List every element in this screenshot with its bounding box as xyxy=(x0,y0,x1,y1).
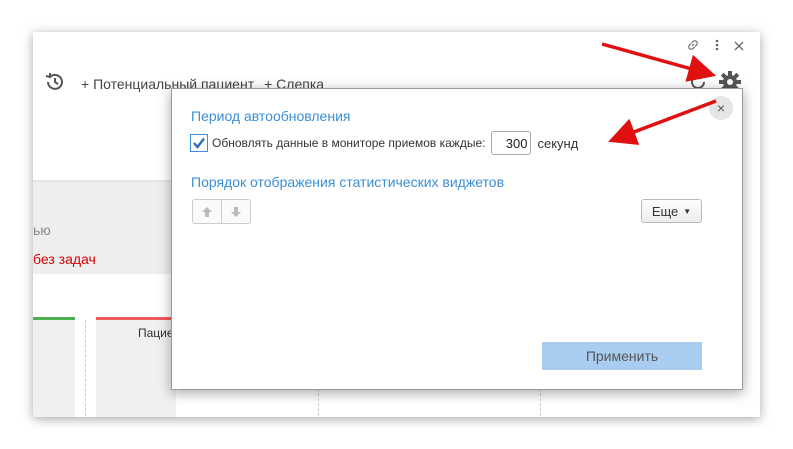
arrow-down-icon xyxy=(231,206,242,217)
apply-button[interactable]: Применить xyxy=(542,342,702,370)
caret-down-icon: ▼ xyxy=(683,206,692,216)
close-icon[interactable] xyxy=(734,39,744,54)
order-arrows xyxy=(192,199,251,224)
autorefresh-checkbox[interactable] xyxy=(190,134,208,152)
autorefresh-label: Обновлять данные в мониторе приемов кажд… xyxy=(212,136,486,150)
arrow-up-icon xyxy=(202,206,213,217)
widget-card xyxy=(33,317,75,417)
dialog-close-button[interactable]: × xyxy=(709,96,733,120)
more-button-label: Еще xyxy=(651,203,679,219)
window-controls xyxy=(686,38,744,55)
column-divider xyxy=(85,320,86,416)
history-icon[interactable] xyxy=(43,70,67,97)
interval-unit: секунд xyxy=(537,135,579,151)
widget-card-title: Пацие xyxy=(138,326,174,340)
more-vertical-icon[interactable] xyxy=(714,38,720,55)
widget-order-section-title: Порядок отображения статистических видже… xyxy=(191,174,505,190)
more-button[interactable]: Еще ▼ xyxy=(641,199,702,223)
autorefresh-section-title: Период автообновления xyxy=(191,108,351,124)
move-down-button[interactable] xyxy=(221,200,250,223)
background-label: ью xyxy=(33,222,51,238)
move-up-button[interactable] xyxy=(193,200,221,223)
interval-input[interactable] xyxy=(491,131,532,155)
autorefresh-row: Обновлять данные в мониторе приемов кажд… xyxy=(190,131,578,155)
checkmark-icon xyxy=(193,137,205,149)
settings-dialog: × Период автообновления Обновлять данные… xyxy=(171,88,743,390)
link-icon[interactable] xyxy=(686,38,700,55)
background-no-tasks-label: без задач xyxy=(33,251,96,267)
